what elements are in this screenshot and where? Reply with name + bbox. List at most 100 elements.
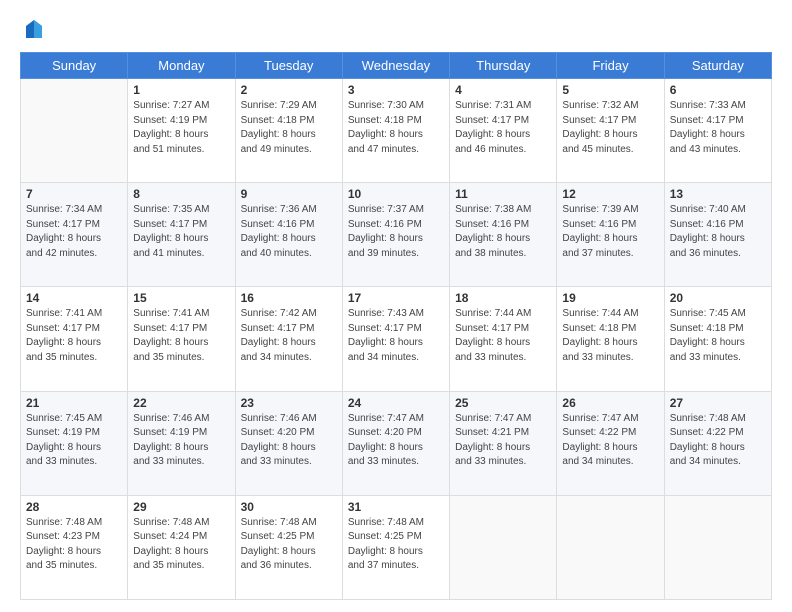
calendar-cell: 28 Sunrise: 7:48 AMSunset: 4:23 PMDayligh… xyxy=(21,495,128,599)
day-number: 11 xyxy=(455,187,551,201)
day-number: 27 xyxy=(670,396,766,410)
calendar-cell: 19 Sunrise: 7:44 AMSunset: 4:18 PMDayligh… xyxy=(557,287,664,391)
day-info: Sunrise: 7:38 AMSunset: 4:16 PMDaylight:… xyxy=(455,203,551,261)
calendar-week-row: 14 Sunrise: 7:41 AMSunset: 4:17 PMDayligh… xyxy=(21,287,772,391)
day-number: 19 xyxy=(562,291,658,305)
day-number: 6 xyxy=(670,83,766,97)
day-info: Sunrise: 7:41 AMSunset: 4:17 PMDaylight:… xyxy=(133,307,229,365)
calendar-cell: 31 Sunrise: 7:48 AMSunset: 4:25 PMDayligh… xyxy=(342,495,449,599)
day-number: 15 xyxy=(133,291,229,305)
day-number: 16 xyxy=(241,291,337,305)
day-number: 7 xyxy=(26,187,122,201)
day-info: Sunrise: 7:41 AMSunset: 4:17 PMDaylight:… xyxy=(26,307,122,365)
calendar-cell: 26 Sunrise: 7:47 AMSunset: 4:22 PMDayligh… xyxy=(557,391,664,495)
calendar-week-row: 28 Sunrise: 7:48 AMSunset: 4:23 PMDayligh… xyxy=(21,495,772,599)
day-number: 14 xyxy=(26,291,122,305)
day-number: 25 xyxy=(455,396,551,410)
day-info: Sunrise: 7:48 AMSunset: 4:25 PMDaylight:… xyxy=(241,516,337,574)
day-number: 31 xyxy=(348,500,444,514)
day-number: 9 xyxy=(241,187,337,201)
day-info: Sunrise: 7:44 AMSunset: 4:18 PMDaylight:… xyxy=(562,307,658,365)
day-info: Sunrise: 7:34 AMSunset: 4:17 PMDaylight:… xyxy=(26,203,122,261)
day-info: Sunrise: 7:48 AMSunset: 4:24 PMDaylight:… xyxy=(133,516,229,574)
calendar-cell: 5 Sunrise: 7:32 AMSunset: 4:17 PMDaylight… xyxy=(557,79,664,183)
day-number: 13 xyxy=(670,187,766,201)
calendar-cell: 7 Sunrise: 7:34 AMSunset: 4:17 PMDaylight… xyxy=(21,183,128,287)
day-info: Sunrise: 7:39 AMSunset: 4:16 PMDaylight:… xyxy=(562,203,658,261)
day-number: 18 xyxy=(455,291,551,305)
day-header-sunday: Sunday xyxy=(21,53,128,79)
calendar-cell: 2 Sunrise: 7:29 AMSunset: 4:18 PMDaylight… xyxy=(235,79,342,183)
calendar-cell xyxy=(664,495,771,599)
calendar-cell: 8 Sunrise: 7:35 AMSunset: 4:17 PMDaylight… xyxy=(128,183,235,287)
day-header-tuesday: Tuesday xyxy=(235,53,342,79)
day-info: Sunrise: 7:48 AMSunset: 4:23 PMDaylight:… xyxy=(26,516,122,574)
calendar-cell xyxy=(21,79,128,183)
day-info: Sunrise: 7:46 AMSunset: 4:20 PMDaylight:… xyxy=(241,412,337,470)
day-number: 26 xyxy=(562,396,658,410)
calendar-cell: 1 Sunrise: 7:27 AMSunset: 4:19 PMDaylight… xyxy=(128,79,235,183)
calendar-cell: 11 Sunrise: 7:38 AMSunset: 4:16 PMDayligh… xyxy=(450,183,557,287)
calendar-cell: 14 Sunrise: 7:41 AMSunset: 4:17 PMDayligh… xyxy=(21,287,128,391)
day-number: 8 xyxy=(133,187,229,201)
logo xyxy=(20,18,46,42)
day-number: 10 xyxy=(348,187,444,201)
calendar-cell: 16 Sunrise: 7:42 AMSunset: 4:17 PMDayligh… xyxy=(235,287,342,391)
calendar-cell: 21Sunrise: 7:45 AMSunset: 4:19 PMDayligh… xyxy=(21,391,128,495)
header xyxy=(20,18,772,42)
day-info: Sunrise: 7:40 AMSunset: 4:16 PMDaylight:… xyxy=(670,203,766,261)
page: SundayMondayTuesdayWednesdayThursdayFrid… xyxy=(0,0,792,612)
day-info: Sunrise: 7:46 AMSunset: 4:19 PMDaylight:… xyxy=(133,412,229,470)
day-number: 2 xyxy=(241,83,337,97)
day-info: Sunrise: 7:35 AMSunset: 4:17 PMDaylight:… xyxy=(133,203,229,261)
day-header-monday: Monday xyxy=(128,53,235,79)
day-info: Sunrise: 7:37 AMSunset: 4:16 PMDaylight:… xyxy=(348,203,444,261)
calendar-cell: 15 Sunrise: 7:41 AMSunset: 4:17 PMDayligh… xyxy=(128,287,235,391)
calendar-cell: 9 Sunrise: 7:36 AMSunset: 4:16 PMDaylight… xyxy=(235,183,342,287)
calendar-week-row: 1 Sunrise: 7:27 AMSunset: 4:19 PMDaylight… xyxy=(21,79,772,183)
day-header-saturday: Saturday xyxy=(664,53,771,79)
day-info: Sunrise: 7:33 AMSunset: 4:17 PMDaylight:… xyxy=(670,99,766,157)
day-number: 3 xyxy=(348,83,444,97)
calendar-cell: 3 Sunrise: 7:30 AMSunset: 4:18 PMDaylight… xyxy=(342,79,449,183)
day-info: Sunrise: 7:47 AMSunset: 4:22 PMDaylight:… xyxy=(562,412,658,470)
day-number: 17 xyxy=(348,291,444,305)
calendar-week-row: 21Sunrise: 7:45 AMSunset: 4:19 PMDayligh… xyxy=(21,391,772,495)
calendar-cell: 6 Sunrise: 7:33 AMSunset: 4:17 PMDaylight… xyxy=(664,79,771,183)
day-info: Sunrise: 7:44 AMSunset: 4:17 PMDaylight:… xyxy=(455,307,551,365)
calendar-cell: 4Sunrise: 7:31 AMSunset: 4:17 PMDaylight… xyxy=(450,79,557,183)
day-header-wednesday: Wednesday xyxy=(342,53,449,79)
calendar-week-row: 7 Sunrise: 7:34 AMSunset: 4:17 PMDaylight… xyxy=(21,183,772,287)
calendar-cell: 27Sunrise: 7:48 AMSunset: 4:22 PMDayligh… xyxy=(664,391,771,495)
day-header-friday: Friday xyxy=(557,53,664,79)
day-info: Sunrise: 7:27 AMSunset: 4:19 PMDaylight:… xyxy=(133,99,229,157)
day-info: Sunrise: 7:32 AMSunset: 4:17 PMDaylight:… xyxy=(562,99,658,157)
calendar-cell: 13 Sunrise: 7:40 AMSunset: 4:16 PMDayligh… xyxy=(664,183,771,287)
day-info: Sunrise: 7:45 AMSunset: 4:18 PMDaylight:… xyxy=(670,307,766,365)
day-info: Sunrise: 7:42 AMSunset: 4:17 PMDaylight:… xyxy=(241,307,337,365)
day-info: Sunrise: 7:43 AMSunset: 4:17 PMDaylight:… xyxy=(348,307,444,365)
calendar-cell: 23Sunrise: 7:46 AMSunset: 4:20 PMDayligh… xyxy=(235,391,342,495)
day-info: Sunrise: 7:48 AMSunset: 4:25 PMDaylight:… xyxy=(348,516,444,574)
calendar-cell: 17 Sunrise: 7:43 AMSunset: 4:17 PMDayligh… xyxy=(342,287,449,391)
day-number: 20 xyxy=(670,291,766,305)
logo-icon xyxy=(22,18,46,42)
day-info: Sunrise: 7:36 AMSunset: 4:16 PMDaylight:… xyxy=(241,203,337,261)
day-number: 5 xyxy=(562,83,658,97)
calendar-cell: 25Sunrise: 7:47 AMSunset: 4:21 PMDayligh… xyxy=(450,391,557,495)
day-number: 1 xyxy=(133,83,229,97)
calendar-cell: 24Sunrise: 7:47 AMSunset: 4:20 PMDayligh… xyxy=(342,391,449,495)
calendar-cell: 20 Sunrise: 7:45 AMSunset: 4:18 PMDayligh… xyxy=(664,287,771,391)
day-number: 29 xyxy=(133,500,229,514)
day-number: 4 xyxy=(455,83,551,97)
day-info: Sunrise: 7:30 AMSunset: 4:18 PMDaylight:… xyxy=(348,99,444,157)
calendar-cell xyxy=(450,495,557,599)
day-number: 30 xyxy=(241,500,337,514)
calendar-cell: 12 Sunrise: 7:39 AMSunset: 4:16 PMDayligh… xyxy=(557,183,664,287)
day-header-thursday: Thursday xyxy=(450,53,557,79)
calendar-header-row: SundayMondayTuesdayWednesdayThursdayFrid… xyxy=(21,53,772,79)
day-info: Sunrise: 7:47 AMSunset: 4:20 PMDaylight:… xyxy=(348,412,444,470)
day-number: 28 xyxy=(26,500,122,514)
day-info: Sunrise: 7:29 AMSunset: 4:18 PMDaylight:… xyxy=(241,99,337,157)
day-number: 12 xyxy=(562,187,658,201)
